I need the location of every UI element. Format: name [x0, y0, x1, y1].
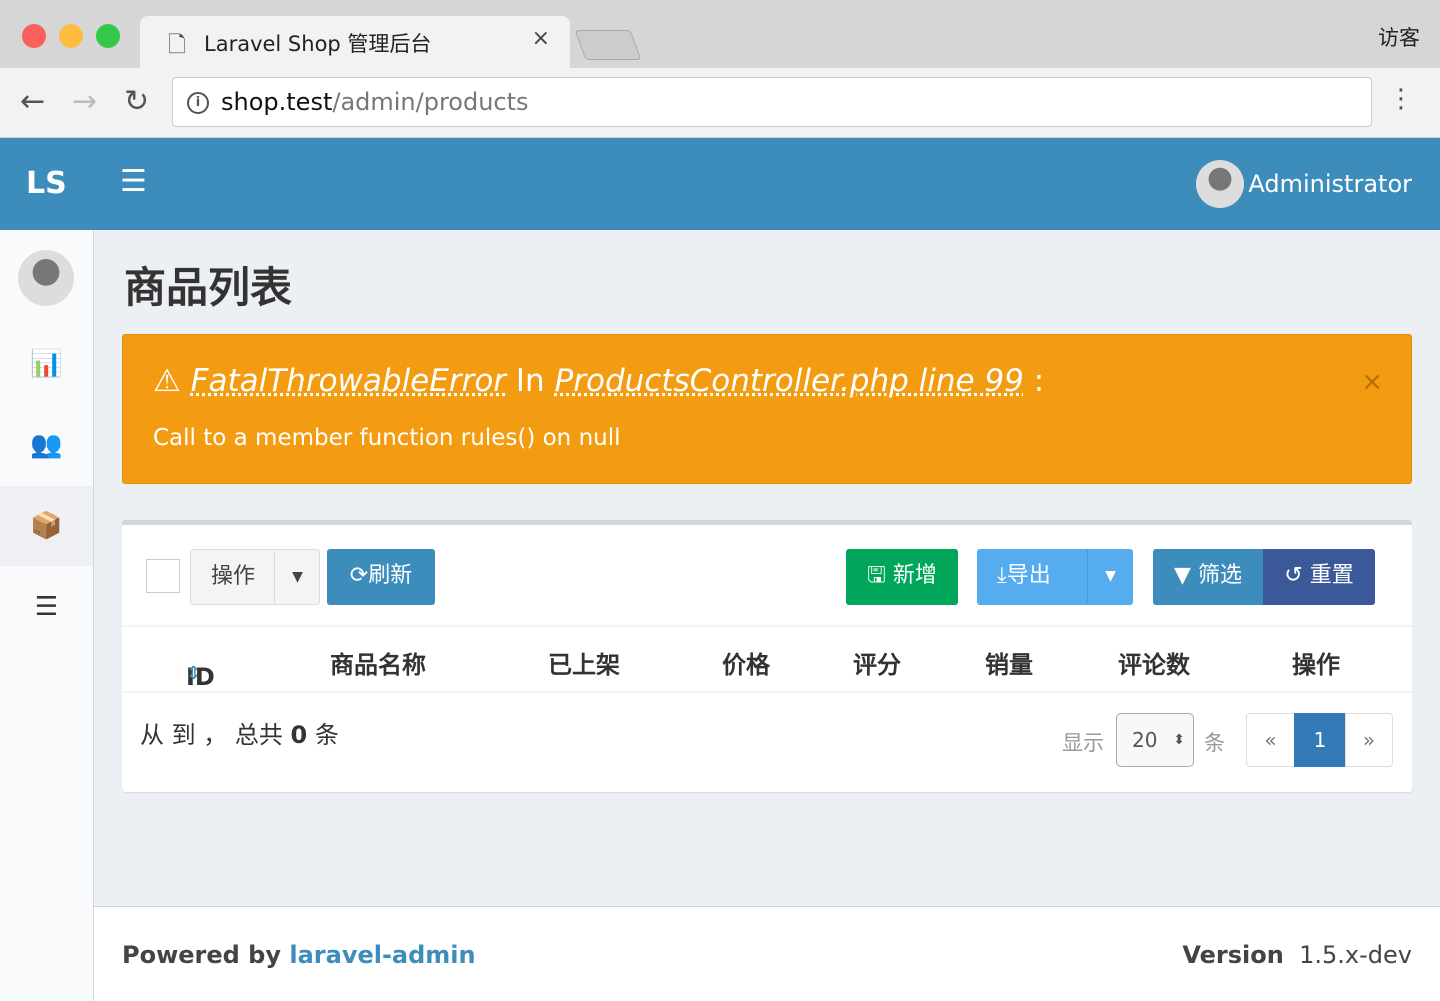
warning-icon: ⚠ [153, 363, 181, 399]
url-path: /admin/products [332, 88, 529, 116]
prev-page-button[interactable]: « [1246, 713, 1295, 767]
next-page-button[interactable]: » [1345, 713, 1393, 767]
export-caret-icon[interactable]: ▼ [1087, 549, 1133, 603]
maximize-window-button[interactable] [96, 24, 120, 48]
batch-actions-dropdown[interactable]: 操作 ▼ [190, 549, 320, 605]
sidebar-item-users[interactable]: 👥 [0, 405, 93, 485]
export-button[interactable]: ⤓导出 ▼ [977, 549, 1133, 605]
updown-icon: ⬍ [1173, 732, 1185, 748]
logo[interactable]: LS [26, 166, 67, 201]
minimize-window-button[interactable] [59, 24, 83, 48]
guest-profile[interactable]: 访客 [1378, 22, 1420, 52]
footer: Powered by laravel-admin Version 1.5.x-d… [94, 906, 1440, 1001]
column-header: 商品名称 [330, 651, 426, 679]
show-label: 显示 [1062, 731, 1104, 755]
per-page-value: 20 [1132, 728, 1158, 752]
bar-chart-icon: 📊 [30, 349, 63, 379]
sidebar-item-dashboard[interactable]: 📊 [0, 324, 93, 404]
alert-colon: : [1023, 363, 1045, 399]
page-icon: 🗋 [168, 33, 186, 58]
menu-icon[interactable]: ⋮ [1388, 84, 1414, 114]
per-page-select[interactable]: 20 ⬍ [1116, 713, 1194, 767]
page-title: 商品列表 [124, 263, 293, 312]
version-label: Version [1182, 941, 1284, 969]
undo-icon: ↺ [1284, 563, 1310, 588]
powered-by: Powered by [122, 941, 290, 969]
column-header: 已上架 [548, 651, 620, 679]
select-all-checkbox[interactable] [146, 559, 180, 593]
error-alert: ⚠ FatalThrowableError In ProductsControl… [122, 334, 1412, 484]
pagination-summary: 从 到 ， 总共 0 条 [140, 715, 339, 750]
filter-label: 筛选 [1197, 563, 1242, 588]
browser-tabbar: 🗋 Laravel Shop 管理后台 × 访客 [0, 0, 1440, 70]
page-1-button[interactable]: 1 [1294, 713, 1346, 767]
filter-icon: ▼ [1174, 563, 1198, 588]
sidebar-item-products[interactable]: 📦 [0, 486, 93, 566]
reload-icon[interactable]: ↻ [124, 84, 149, 119]
cubes-icon: 📦 [30, 511, 63, 541]
browser-tab[interactable]: 🗋 Laravel Shop 管理后台 × [140, 16, 570, 70]
refresh-label: 刷新 [368, 563, 413, 588]
address-bar[interactable]: i shop.test/admin/products [172, 77, 1372, 127]
refresh-icon: ⟳ [349, 563, 369, 588]
caret-down-icon: ▼ [274, 550, 320, 604]
batch-actions-label: 操作 [211, 564, 256, 589]
info-icon[interactable]: i [187, 92, 209, 114]
users-icon: 👥 [30, 430, 63, 460]
column-header: 操作 [1292, 651, 1340, 679]
browser-toolbar: ← → ↻ i shop.test/admin/products ⋮ [0, 68, 1440, 138]
app-header: LS ☰ Administrator [0, 138, 1440, 230]
tab-title: Laravel Shop 管理后台 [204, 32, 432, 56]
avatar[interactable] [1196, 160, 1244, 208]
close-icon[interactable]: × [1361, 367, 1383, 397]
close-window-button[interactable] [22, 24, 46, 48]
column-header: 价格 [722, 651, 770, 679]
forward-icon[interactable]: → [72, 84, 97, 119]
error-message: Call to a member function rules() on nul… [153, 425, 621, 451]
close-tab-icon[interactable]: × [532, 26, 550, 51]
column-header: 评分 [853, 651, 901, 679]
download-icon: ⤓ [997, 563, 1007, 588]
url-host: shop.test [221, 88, 333, 116]
save-icon: 🖫 [867, 563, 893, 588]
version-value: 1.5.x-dev [1299, 941, 1412, 969]
grid-box: 操作 ▼ ⟳刷新 🖫 新增 ⤓导出 ▼ ▼ 筛选 ↺ 重置 ID ⇕ 商品名称 已… [122, 520, 1412, 792]
column-header: 评论数 [1118, 651, 1190, 679]
total-count: 0 [290, 721, 308, 749]
new-tab-button[interactable] [574, 30, 642, 60]
unit-label: 条 [1204, 731, 1225, 755]
reset-button[interactable]: ↺ 重置 [1263, 549, 1375, 605]
sidebar-item-admin[interactable]: ☰ [0, 567, 93, 647]
back-icon[interactable]: ← [20, 84, 45, 119]
create-button[interactable]: 🖫 新增 [846, 549, 958, 605]
summary-prefix: 从 到 ， 总共 [140, 721, 291, 749]
column-header: 销量 [985, 651, 1033, 679]
sidebar-toggle-icon[interactable]: ☰ [120, 164, 147, 199]
reset-label: 重置 [1309, 563, 1354, 588]
alert-in: In [506, 363, 555, 399]
user-menu[interactable]: Administrator [1248, 170, 1412, 198]
tasks-icon: ☰ [34, 592, 59, 622]
table-header: ID ⇕ 商品名称 已上架 价格 评分 销量 评论数 操作 [122, 625, 1412, 693]
export-label: 导出 [1006, 563, 1051, 588]
sidebar: 📊 👥 📦 ☰ [0, 230, 94, 1001]
summary-suffix: 条 [307, 721, 339, 749]
error-location: ProductsController.php line 99 [554, 363, 1024, 399]
filter-button[interactable]: ▼ 筛选 [1153, 549, 1263, 605]
laravel-admin-link[interactable]: laravel-admin [289, 941, 475, 969]
error-type: FatalThrowableError [190, 363, 507, 399]
refresh-button[interactable]: ⟳刷新 [327, 549, 435, 605]
sort-icon[interactable]: ⇕ [186, 663, 201, 684]
sidebar-avatar [18, 250, 74, 306]
create-label: 新增 [892, 563, 937, 588]
